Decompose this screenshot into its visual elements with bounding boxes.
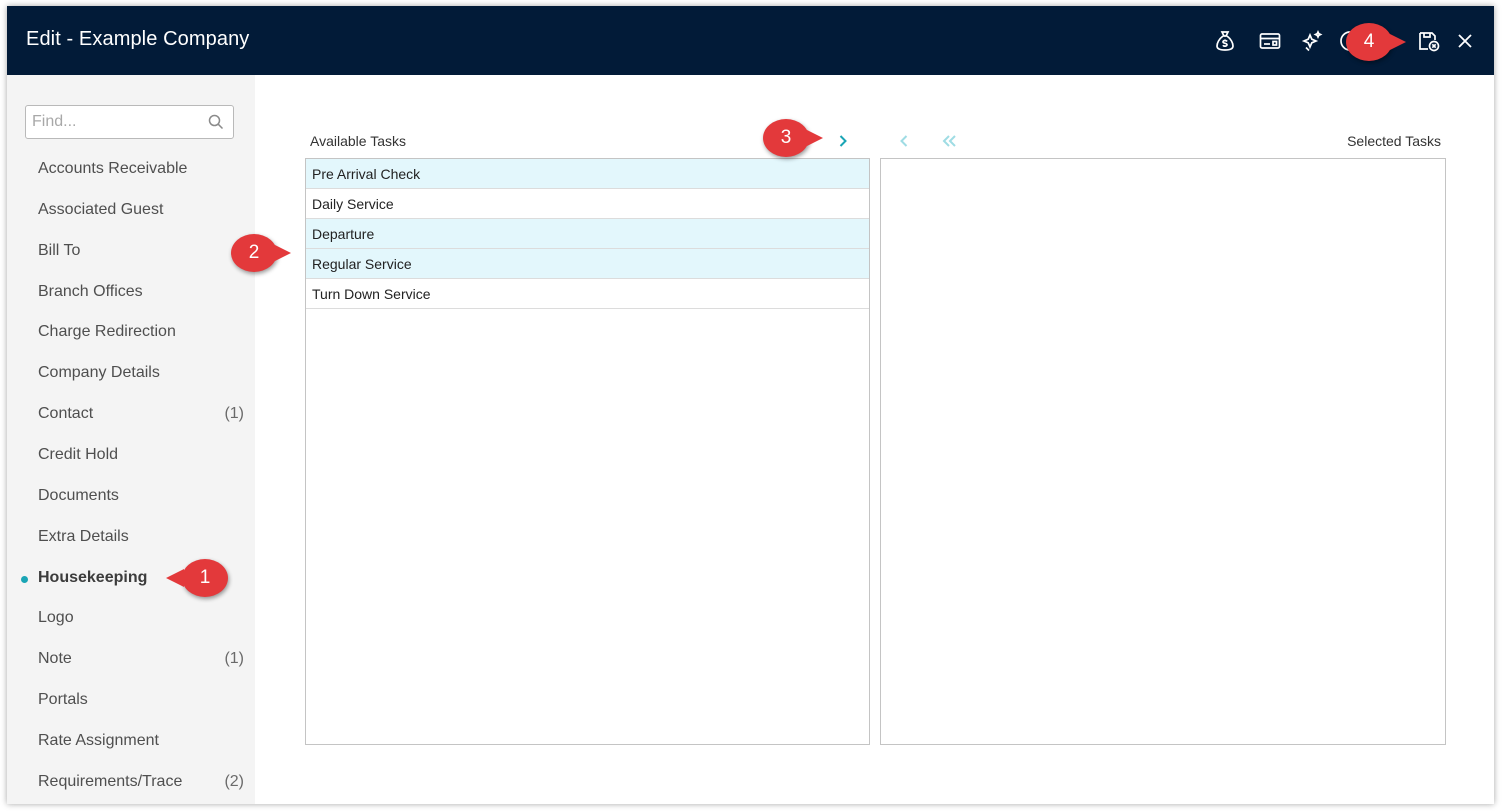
available-tasks-list[interactable]: Pre Arrival Check Daily Service Departure R… bbox=[305, 158, 870, 745]
task-row[interactable]: Daily Service bbox=[306, 189, 869, 219]
move-left-button[interactable] bbox=[893, 130, 915, 152]
selected-tasks-label: Selected Tasks bbox=[1347, 133, 1441, 149]
callout-2: 2 bbox=[231, 234, 277, 272]
sidebar-item-label: Credit Hold bbox=[38, 445, 119, 463]
task-label: Turn Down Service bbox=[312, 286, 431, 302]
double-chevron-left-icon bbox=[942, 135, 956, 147]
sidebar-item-label: Accounts Receivable bbox=[38, 160, 188, 177]
sidebar-item-documents[interactable]: Documents bbox=[7, 481, 255, 511]
chevron-right-icon bbox=[839, 135, 847, 147]
sidebar: Accounts Receivable Associated Guest Bill … bbox=[7, 75, 255, 804]
task-row[interactable]: Turn Down Service bbox=[306, 279, 869, 309]
chevron-left-icon bbox=[900, 135, 908, 147]
sidebar-item-portals[interactable]: Portals bbox=[7, 685, 255, 715]
search-input[interactable] bbox=[26, 106, 204, 138]
sidebar-item-requirements-trace[interactable]: Requirements/Trace (2) bbox=[7, 767, 255, 797]
sidebar-item-count: (2) bbox=[224, 772, 244, 790]
task-label: Departure bbox=[312, 226, 375, 242]
available-tasks-label: Available Tasks bbox=[310, 133, 406, 149]
sidebar-item-logo[interactable]: Logo bbox=[7, 603, 255, 633]
sidebar-item-label: Note bbox=[38, 650, 72, 668]
sidebar-item-label: Company Details bbox=[38, 364, 160, 382]
sidebar-item-count: (1) bbox=[224, 650, 244, 668]
task-row[interactable]: Pre Arrival Check bbox=[306, 159, 869, 189]
active-indicator-dot bbox=[21, 575, 28, 583]
sidebar-item-label: Rate Assignment bbox=[38, 731, 159, 749]
sidebar-item-extra-details[interactable]: Extra Details bbox=[7, 522, 255, 552]
close-icon[interactable] bbox=[1452, 28, 1478, 54]
window-title: Edit - Example Company bbox=[26, 28, 250, 50]
move-all-left-button[interactable] bbox=[939, 130, 961, 152]
money-bag-icon[interactable] bbox=[1212, 28, 1238, 54]
edit-company-window: Edit - Example Company Find... Accounts … bbox=[7, 6, 1494, 804]
sidebar-item-label: Associated Guest bbox=[38, 200, 164, 218]
save-close-icon[interactable] bbox=[1416, 28, 1442, 54]
move-right-button[interactable] bbox=[832, 130, 854, 152]
callout-3-pointer bbox=[805, 129, 823, 147]
callout-1: 1 bbox=[182, 559, 228, 597]
callout-2-pointer bbox=[273, 244, 291, 262]
callout-4: 4 bbox=[1346, 23, 1392, 61]
callout-3: 3 bbox=[763, 119, 809, 157]
sidebar-item-note[interactable]: Note (1) bbox=[7, 644, 255, 674]
sparkle-icon[interactable] bbox=[1299, 28, 1325, 54]
sidebar-item-bill-to[interactable]: Bill To bbox=[7, 236, 255, 266]
task-label: Pre Arrival Check bbox=[312, 166, 421, 182]
sidebar-item-label: Housekeeping bbox=[38, 568, 148, 586]
sidebar-item-label: Documents bbox=[38, 486, 119, 504]
sidebar-item-label: Extra Details bbox=[38, 527, 129, 545]
selected-tasks-list[interactable] bbox=[880, 158, 1446, 745]
sidebar-item-label: Portals bbox=[38, 691, 88, 709]
sidebar-item-label: Contact bbox=[38, 405, 94, 423]
sidebar-item-associated-guest[interactable]: Associated Guest bbox=[7, 195, 255, 225]
sidebar-item-company-details[interactable]: Company Details bbox=[7, 358, 255, 388]
sidebar-item-label: Charge Redirection bbox=[38, 323, 176, 341]
search-icon bbox=[208, 114, 224, 130]
sidebar-item-label: Branch Offices bbox=[38, 282, 143, 300]
task-label: Regular Service bbox=[312, 256, 412, 272]
callout-4-pointer bbox=[1388, 33, 1406, 51]
card-icon[interactable] bbox=[1257, 28, 1283, 54]
callout-1-pointer bbox=[166, 569, 184, 587]
sidebar-item-label: Logo bbox=[38, 609, 74, 627]
sidebar-item-rate-assignment[interactable]: Rate Assignment bbox=[7, 726, 255, 756]
sidebar-item-contact[interactable]: Contact (1) bbox=[7, 399, 255, 429]
sidebar-item-charge-redirection[interactable]: Charge Redirection bbox=[7, 317, 255, 347]
sidebar-item-accounts-receivable[interactable]: Accounts Receivable bbox=[7, 154, 255, 184]
task-label: Daily Service bbox=[312, 196, 394, 212]
search-box bbox=[25, 105, 234, 139]
sidebar-item-count: (1) bbox=[224, 405, 244, 423]
title-bar: Edit - Example Company bbox=[7, 6, 1494, 75]
sidebar-item-credit-hold[interactable]: Credit Hold bbox=[7, 440, 255, 470]
task-row[interactable]: Regular Service bbox=[306, 249, 869, 279]
sidebar-item-branch-offices[interactable]: Branch Offices bbox=[7, 277, 255, 307]
sidebar-item-label: Requirements/Trace bbox=[38, 772, 183, 790]
task-row[interactable]: Departure bbox=[306, 219, 869, 249]
sidebar-item-label: Bill To bbox=[38, 241, 81, 259]
